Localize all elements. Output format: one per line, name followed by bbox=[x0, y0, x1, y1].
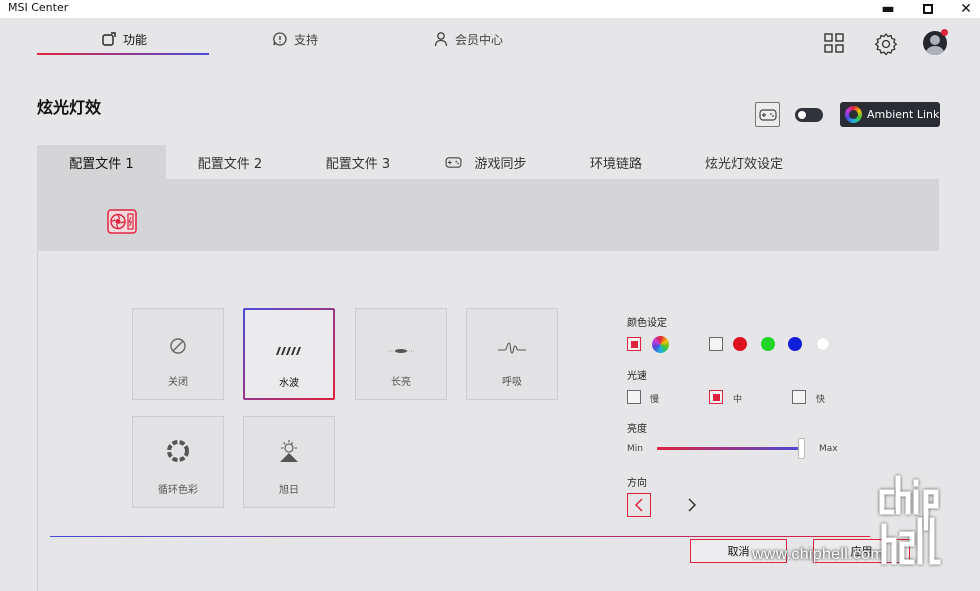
gamepad-icon bbox=[445, 156, 462, 168]
app-title: MSI Center bbox=[8, 1, 69, 14]
tab-label: 配置文件 2 bbox=[197, 156, 263, 172]
nav-label-support: 支持 bbox=[294, 32, 319, 47]
brightness-max-label: Max bbox=[819, 444, 838, 454]
effect-label: 旭日 bbox=[279, 485, 299, 496]
title-bar bbox=[0, 0, 980, 18]
brightness-slider-track[interactable] bbox=[657, 447, 802, 450]
sunrise-icon bbox=[280, 440, 298, 462]
tab-label: 炫光灯效设定 bbox=[704, 156, 783, 172]
color-swatch-red[interactable] bbox=[733, 337, 747, 351]
tab-label: 配置文件 3 bbox=[325, 156, 391, 172]
custom-color-checkbox[interactable] bbox=[627, 337, 641, 351]
motherboard-device-icon[interactable] bbox=[107, 209, 137, 234]
effect-label: 长亮 bbox=[391, 377, 411, 388]
steady-icon bbox=[387, 349, 415, 353]
brightness-slider-thumb[interactable] bbox=[798, 438, 805, 459]
direction-label: 方向 bbox=[627, 478, 647, 489]
effect-breathing[interactable]: 呼吸 bbox=[466, 308, 558, 400]
watermark-url: www.chiphell.com bbox=[752, 546, 884, 563]
grid-icon bbox=[824, 33, 844, 53]
speed-label: 光速 bbox=[627, 371, 647, 382]
ambient-link-label: Ambient Link bbox=[867, 108, 940, 121]
preset-color-checkbox[interactable] bbox=[709, 337, 723, 351]
effect-label: 关闭 bbox=[168, 377, 188, 388]
direction-left-button[interactable] bbox=[627, 493, 651, 517]
nav-item-support[interactable]: 支持 bbox=[272, 28, 318, 50]
ambient-link-icon bbox=[845, 106, 862, 123]
color-wheel-icon[interactable] bbox=[652, 336, 669, 353]
device-band bbox=[37, 179, 939, 251]
effect-label: 呼吸 bbox=[502, 377, 522, 388]
speed-fast-checkbox[interactable] bbox=[792, 390, 806, 404]
direction-right-button[interactable] bbox=[680, 493, 704, 517]
support-icon bbox=[273, 32, 287, 46]
speed-medium-label: 中 bbox=[733, 395, 743, 405]
settings-button[interactable] bbox=[873, 31, 899, 57]
nav-label-features: 功能 bbox=[123, 32, 148, 47]
speed-slow-checkbox[interactable] bbox=[627, 390, 641, 404]
nav-item-member[interactable]: 会员中心 bbox=[433, 28, 503, 50]
member-icon bbox=[434, 32, 448, 47]
footer-divider bbox=[50, 536, 870, 537]
effect-label: 水波 bbox=[279, 378, 299, 389]
speed-fast-label: 快 bbox=[816, 395, 826, 405]
color-cycle-icon bbox=[167, 440, 189, 462]
tab-profile-1[interactable]: 配置文件 1 bbox=[37, 145, 166, 179]
tab-ambient-link[interactable]: 环境链路 bbox=[578, 145, 654, 179]
color-swatch-white[interactable] bbox=[816, 337, 830, 351]
tab-label: 环境链路 bbox=[589, 156, 642, 172]
nav-active-indicator bbox=[37, 53, 209, 55]
tab-game-sync[interactable]: 游戏同步 bbox=[436, 145, 536, 179]
close-button[interactable]: ✕ bbox=[946, 0, 980, 18]
effect-steady[interactable]: 长亮 bbox=[355, 308, 447, 400]
color-swatch-blue[interactable] bbox=[788, 337, 802, 351]
watermark-logo bbox=[879, 475, 941, 565]
tab-lighting-settings[interactable]: 炫光灯效设定 bbox=[694, 145, 794, 179]
off-icon bbox=[170, 338, 186, 354]
page-title: 炫光灯效 bbox=[37, 98, 102, 117]
notification-badge bbox=[941, 29, 948, 36]
wave-icon bbox=[276, 347, 301, 355]
gamepad-icon bbox=[758, 108, 777, 121]
color-settings-label: 颜色设定 bbox=[627, 318, 667, 329]
grid-button[interactable] bbox=[822, 31, 846, 55]
tab-profile-2[interactable]: 配置文件 2 bbox=[166, 145, 294, 179]
effect-off[interactable]: 关闭 bbox=[132, 308, 224, 400]
brightness-label: 亮度 bbox=[627, 424, 647, 435]
tab-label: 配置文件 1 bbox=[69, 156, 134, 172]
chevron-right-icon bbox=[688, 498, 697, 512]
speed-medium-checkbox[interactable] bbox=[709, 390, 723, 404]
gear-icon bbox=[875, 33, 897, 56]
ambient-link-button[interactable]: Ambient Link bbox=[840, 102, 940, 127]
minimize-button[interactable]: ▬ bbox=[868, 0, 908, 18]
tab-label: 游戏同步 bbox=[474, 156, 527, 172]
maximize-button[interactable] bbox=[908, 0, 948, 18]
effect-label: 循环色彩 bbox=[158, 485, 198, 496]
color-swatch-green[interactable] bbox=[761, 337, 775, 351]
effect-color-cycle[interactable]: 循环色彩 bbox=[132, 416, 224, 508]
brightness-min-label: Min bbox=[627, 444, 643, 454]
lighting-toggle[interactable] bbox=[795, 108, 823, 122]
feature-icon bbox=[102, 32, 116, 46]
nav-label-member: 会员中心 bbox=[455, 32, 504, 47]
breathing-icon bbox=[498, 342, 526, 354]
effect-sunrise[interactable]: 旭日 bbox=[243, 416, 335, 508]
tab-profile-3[interactable]: 配置文件 3 bbox=[294, 145, 422, 179]
speed-slow-label: 慢 bbox=[650, 395, 660, 405]
nav-item-features[interactable]: 功能 bbox=[101, 28, 147, 50]
effect-wave[interactable]: 水波 bbox=[243, 308, 335, 400]
game-mode-button[interactable] bbox=[755, 102, 780, 127]
chevron-left-icon bbox=[634, 498, 643, 512]
